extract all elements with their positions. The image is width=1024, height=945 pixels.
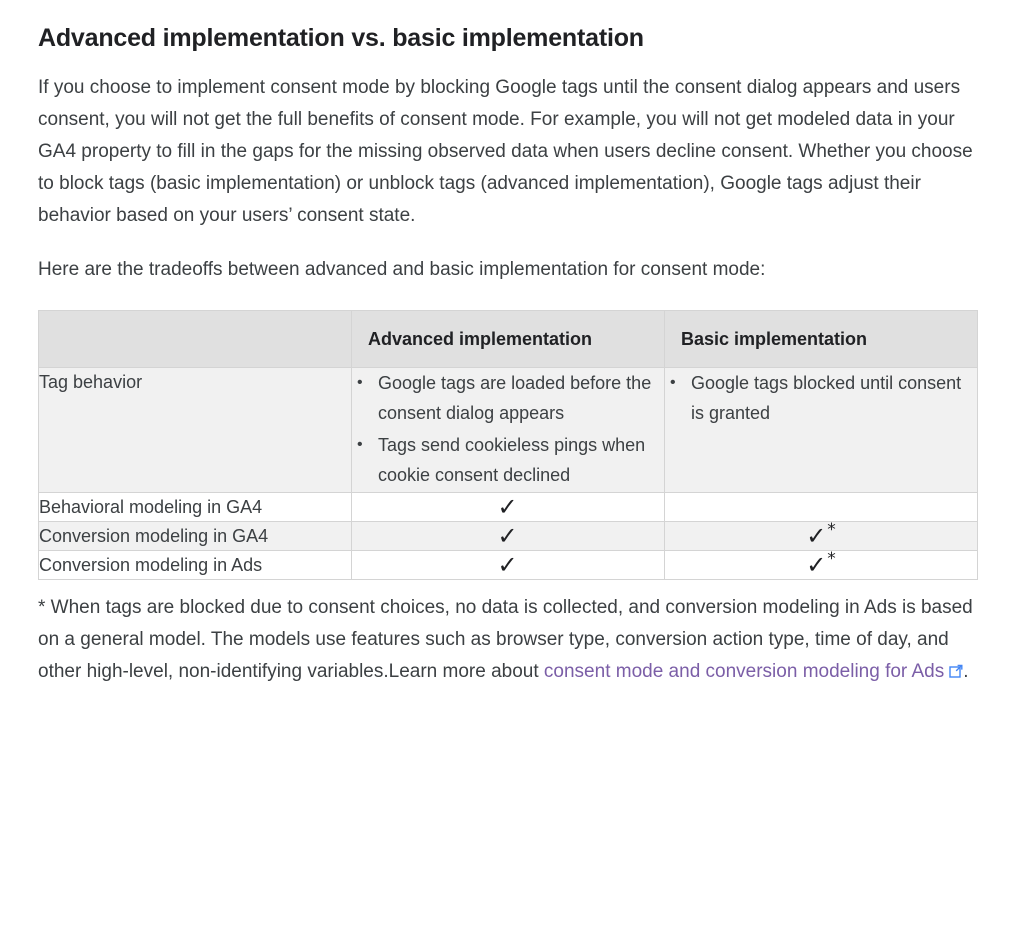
bullet-list: Google tags are loaded before the consen… xyxy=(352,368,664,490)
consent-mode-conversion-modeling-link[interactable]: consent mode and conversion modeling for… xyxy=(544,661,963,682)
table-lead-in-text: Here are the tradeoffs between advanced … xyxy=(38,259,766,280)
comparison-table: Advanced implementation Basic implementa… xyxy=(38,310,978,580)
asterisk-marker: * xyxy=(827,520,836,540)
table-header-blank xyxy=(38,310,352,368)
intro-paragraph: If you choose to implement consent mode … xyxy=(38,77,973,226)
row-label-tag-behavior: Tag behavior xyxy=(38,367,352,493)
table-row: Tag behavior Google tags are loaded befo… xyxy=(38,367,978,493)
table-header-row: Advanced implementation Basic implementa… xyxy=(38,310,978,368)
cell-advanced-tag-behavior: Google tags are loaded before the consen… xyxy=(351,367,665,493)
bullet-list: Google tags blocked until consent is gra… xyxy=(665,368,977,428)
footnote: * When tags are blocked due to consent c… xyxy=(38,592,982,688)
cell-basic-conversion-modeling-ads: ✓* xyxy=(664,549,978,580)
table-body: Tag behavior Google tags are loaded befo… xyxy=(38,367,978,580)
cell-basic-conversion-modeling-ga4: ✓* xyxy=(664,520,978,551)
table-row: Behavioral modeling in GA4 ✓ xyxy=(38,492,978,522)
cell-basic-tag-behavior: Google tags blocked until consent is gra… xyxy=(664,367,978,493)
checkmark-icon: ✓ xyxy=(806,522,827,550)
table-row: Conversion modeling in GA4 ✓ ✓* xyxy=(38,520,978,551)
table-header-basic: Basic implementation xyxy=(664,310,978,368)
cell-advanced-behavioral-modeling-ga4: ✓ xyxy=(351,492,665,522)
cell-advanced-conversion-modeling-ga4: ✓ xyxy=(351,521,665,551)
row-label-conversion-modeling-ga4: Conversion modeling in GA4 xyxy=(38,521,352,551)
list-item: Google tags are loaded before the consen… xyxy=(357,368,664,428)
checkmark-icon: ✓ xyxy=(497,551,518,579)
cell-basic-behavioral-modeling-ga4 xyxy=(664,492,978,522)
checkmark-icon: ✓ xyxy=(497,493,518,521)
document-page: Advanced implementation vs. basic implem… xyxy=(0,0,1024,688)
cell-advanced-conversion-modeling-ads: ✓ xyxy=(351,550,665,580)
checkmark-icon: ✓ xyxy=(497,522,518,550)
link-label: consent mode and conversion modeling for… xyxy=(543,661,945,682)
table-row: Conversion modeling in Ads ✓ ✓* xyxy=(38,549,978,580)
page-title: Advanced implementation vs. basic implem… xyxy=(38,24,644,52)
table-header-advanced: Advanced implementation xyxy=(351,310,665,368)
list-item: Tags send cookieless pings when cookie c… xyxy=(357,430,664,490)
list-item: Google tags blocked until consent is gra… xyxy=(670,368,977,428)
asterisk-marker: * xyxy=(827,549,836,569)
checkmark-icon: ✓ xyxy=(806,551,827,579)
row-label-conversion-modeling-ads: Conversion modeling in Ads xyxy=(38,550,352,580)
row-label-behavioral-modeling-ga4: Behavioral modeling in GA4 xyxy=(38,492,352,522)
external-link-icon xyxy=(949,664,963,678)
footnote-trailing-period: . xyxy=(963,661,969,682)
